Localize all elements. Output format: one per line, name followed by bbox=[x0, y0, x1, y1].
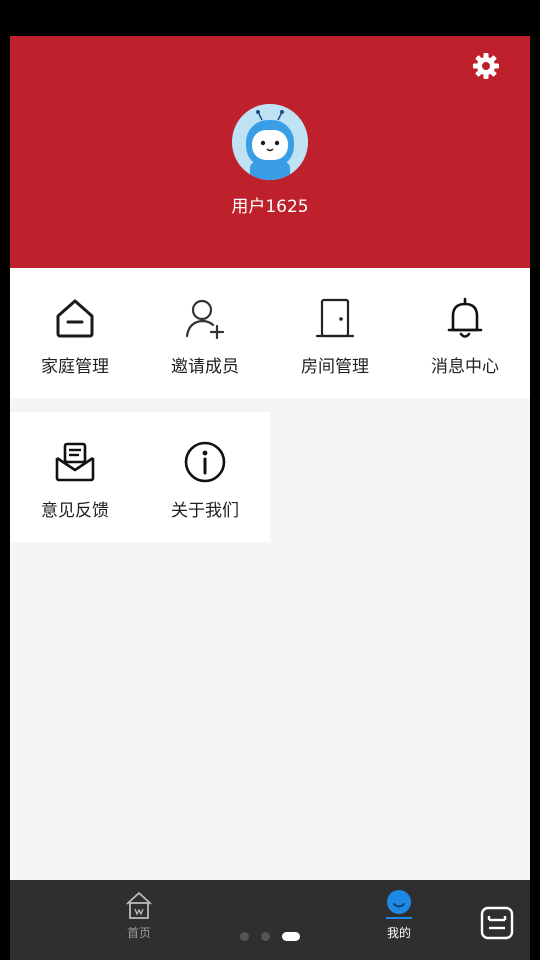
bell-icon bbox=[443, 296, 487, 340]
menu-item-messages[interactable]: 消息中心 bbox=[400, 268, 530, 398]
tab-mine[interactable]: 我的 bbox=[359, 888, 439, 948]
menu-item-label: 关于我们 bbox=[171, 501, 239, 521]
menu-item-feedback[interactable]: 意见反馈 bbox=[10, 412, 140, 542]
tab-mine-label: 我的 bbox=[386, 926, 411, 940]
menu-grid-secondary: 意见反馈 关于我们 bbox=[10, 412, 270, 542]
menu-item-invite[interactable]: 邀请成员 bbox=[140, 268, 270, 398]
avatar[interactable] bbox=[232, 104, 308, 180]
menu-item-label: 邀请成员 bbox=[171, 357, 239, 377]
info-icon bbox=[183, 440, 227, 484]
home-icon bbox=[53, 296, 97, 340]
tab-home-label: 首页 bbox=[126, 926, 151, 940]
menu-item-family[interactable]: 家庭管理 bbox=[10, 268, 140, 398]
menu-item-label: 房间管理 bbox=[301, 357, 369, 377]
tab-home[interactable]: 首页 bbox=[99, 888, 179, 948]
gear-icon[interactable] bbox=[470, 50, 502, 82]
menu-grid-primary: 家庭管理 邀请成员 房间管理 消息中心 bbox=[10, 268, 530, 398]
menu-item-label: 意见反馈 bbox=[41, 501, 109, 521]
bottom-tab-bar: 首页 我的 bbox=[10, 880, 530, 960]
profile-header: 用户1625 bbox=[10, 36, 530, 268]
page-dot bbox=[240, 932, 249, 941]
smile-tab-icon bbox=[385, 890, 413, 920]
home-tab-icon bbox=[125, 890, 153, 920]
door-icon bbox=[313, 296, 357, 340]
feedback-mail-icon bbox=[53, 440, 97, 484]
menu-item-rooms[interactable]: 房间管理 bbox=[270, 268, 400, 398]
floating-assist-button[interactable] bbox=[480, 906, 514, 940]
page-dot bbox=[261, 932, 270, 941]
page-indicator bbox=[240, 932, 310, 942]
menu-item-about[interactable]: 关于我们 bbox=[140, 412, 270, 542]
page-dot-active bbox=[282, 932, 300, 941]
menu-item-label: 家庭管理 bbox=[41, 357, 109, 377]
add-user-icon bbox=[183, 296, 227, 340]
username: 用户1625 bbox=[231, 197, 309, 217]
app-screen: 用户1625 家庭管理 邀请成员 房间管理 消息中心 意见反馈 关于我们 首页 … bbox=[10, 36, 530, 960]
menu-item-label: 消息中心 bbox=[431, 357, 499, 377]
